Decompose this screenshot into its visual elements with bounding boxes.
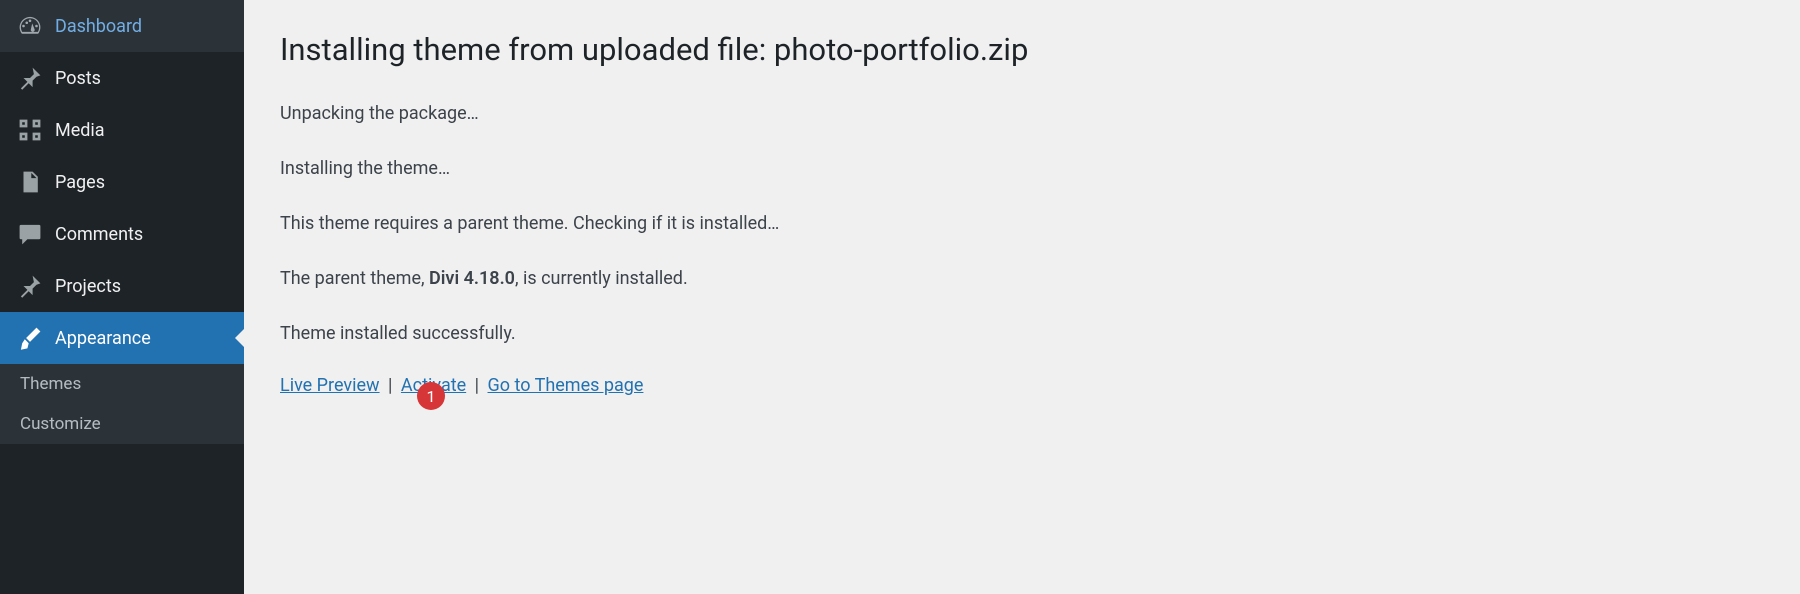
sidebar-item-projects[interactable]: Projects (0, 260, 244, 312)
sidebar-item-label: Appearance (55, 328, 151, 349)
media-icon (17, 117, 43, 143)
action-links: Live Preview | Activate | Go to Themes p… (280, 375, 1764, 396)
annotation-badge: 1 (417, 382, 445, 410)
sidebar-item-comments[interactable]: Comments (0, 208, 244, 260)
submenu-item-themes[interactable]: Themes (0, 364, 244, 404)
parent-theme-name: Divi 4.18.0 (429, 268, 515, 289)
admin-sidebar: Dashboard Posts Media Pages Comments Pro… (0, 0, 244, 594)
status-parent-installed: The parent theme, Divi 4.18.0, is curren… (280, 265, 1764, 292)
sidebar-item-label: Posts (55, 68, 101, 89)
appearance-submenu: Themes Customize (0, 364, 244, 444)
main-content: Installing theme from uploaded file: pho… (244, 0, 1800, 594)
comment-icon (17, 221, 43, 247)
pages-icon (17, 169, 43, 195)
status-success: Theme installed successfully. (280, 320, 1764, 347)
sidebar-item-label: Dashboard (55, 16, 142, 37)
sidebar-item-media[interactable]: Media (0, 104, 244, 156)
submenu-item-customize[interactable]: Customize (0, 404, 244, 444)
sidebar-item-label: Pages (55, 172, 105, 193)
sidebar-item-dashboard[interactable]: Dashboard (0, 0, 244, 52)
sidebar-item-appearance[interactable]: Appearance (0, 312, 244, 364)
sidebar-item-label: Media (55, 120, 105, 141)
dashboard-icon (17, 13, 43, 39)
pin-icon (17, 65, 43, 91)
live-preview-link[interactable]: Live Preview (280, 375, 380, 396)
status-parent-check: This theme requires a parent theme. Chec… (280, 210, 1764, 237)
page-title: Installing theme from uploaded file: pho… (280, 30, 1764, 70)
sidebar-item-posts[interactable]: Posts (0, 52, 244, 104)
sidebar-item-label: Comments (55, 224, 143, 245)
sidebar-item-pages[interactable]: Pages (0, 156, 244, 208)
sidebar-item-label: Projects (55, 276, 121, 297)
brush-icon (17, 325, 43, 351)
themes-page-link[interactable]: Go to Themes page (488, 375, 644, 396)
status-unpacking: Unpacking the package… (280, 100, 1764, 127)
pin-icon (17, 273, 43, 299)
status-installing: Installing the theme… (280, 155, 1764, 182)
